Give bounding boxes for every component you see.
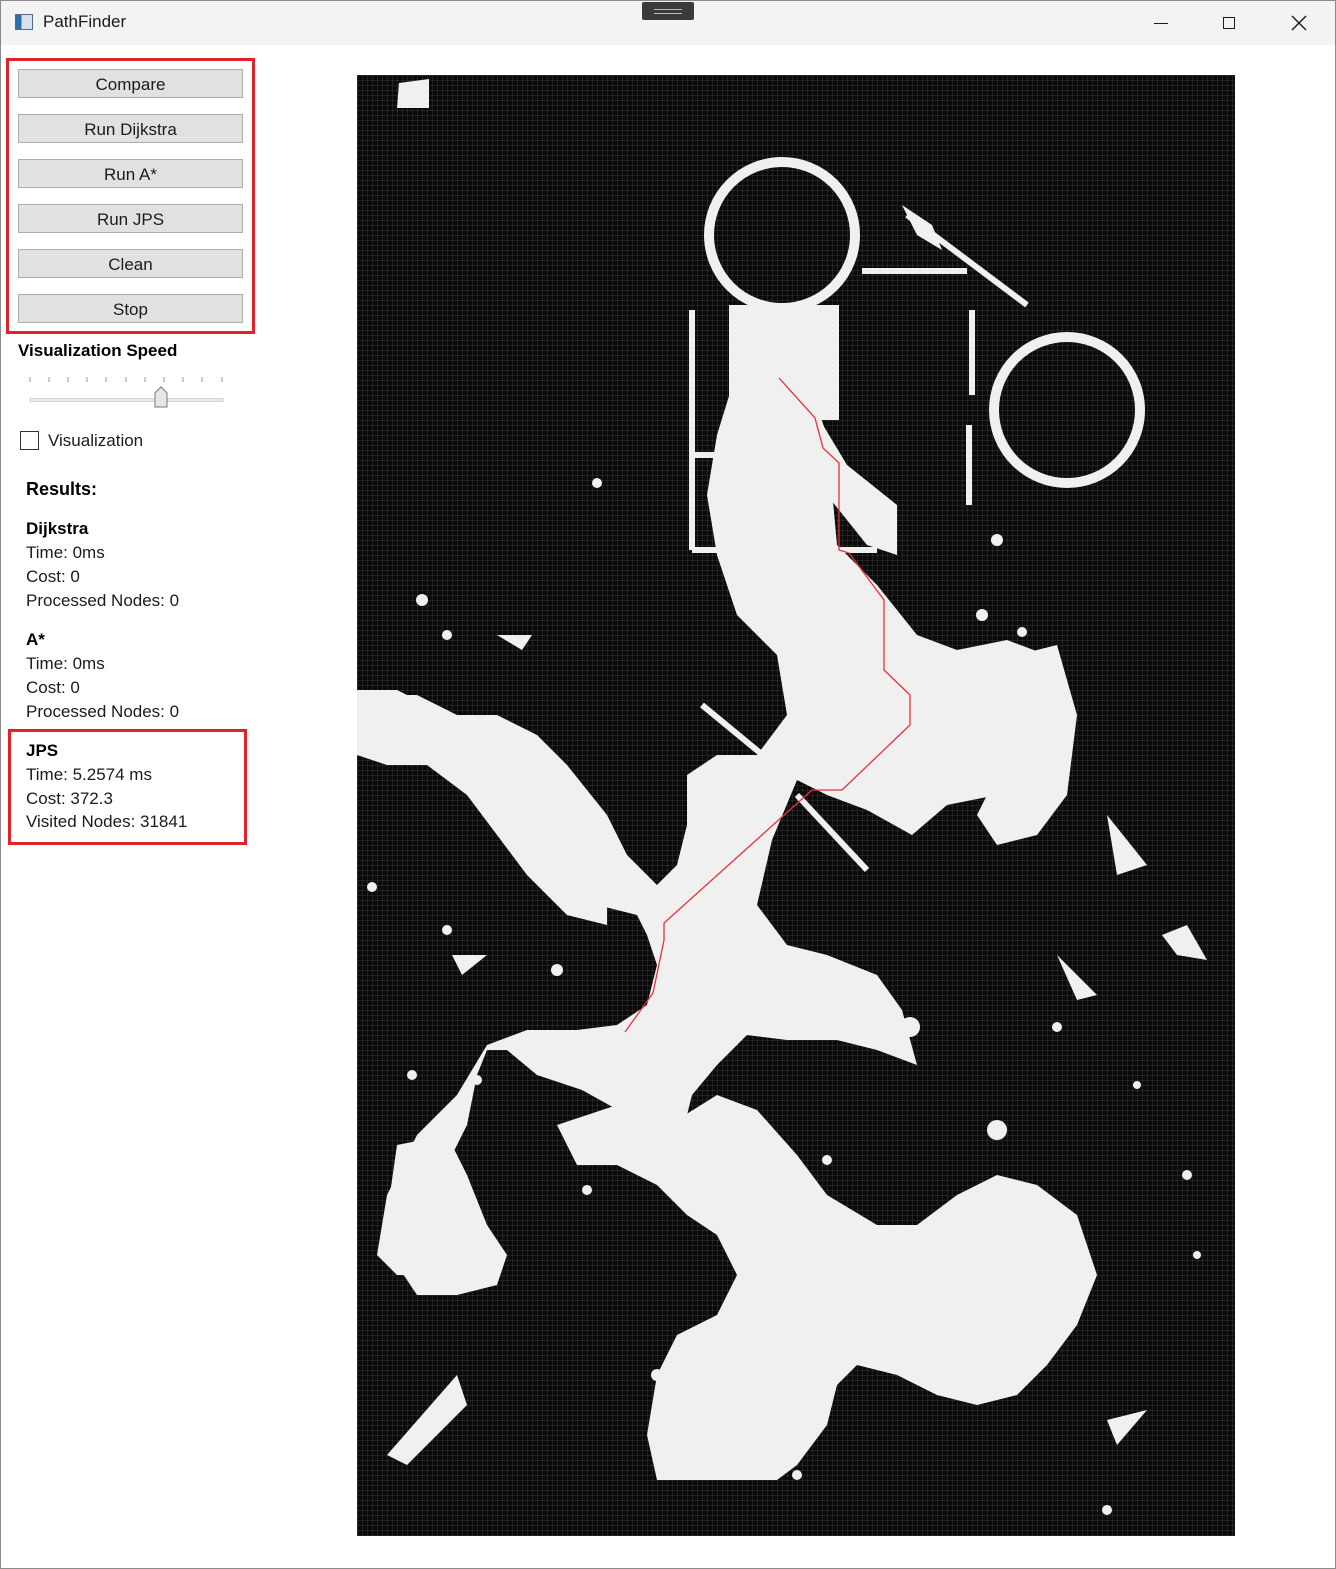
snap-handle-icon[interactable] (642, 2, 694, 20)
slider-ticks (29, 377, 223, 382)
visualization-speed-label: Visualization Speed (18, 341, 178, 360)
ring-obstacle-right (989, 332, 1145, 488)
app-window: PathFinder Compare Run Dijkstra Run A* R… (0, 0, 1336, 1569)
results-title: Results: (26, 479, 98, 499)
astar-time: Time: 0ms (26, 654, 105, 673)
close-icon (1291, 15, 1307, 31)
map-grid-canvas[interactable] (357, 75, 1235, 1536)
visualization-checkbox-label[interactable]: Visualization (48, 431, 143, 451)
clean-button[interactable]: Clean (18, 249, 243, 278)
visualization-checkbox[interactable] (20, 431, 39, 450)
astar-cost: Cost: 0 (26, 678, 80, 697)
window-title: PathFinder (43, 12, 127, 31)
compare-button[interactable]: Compare (18, 69, 243, 98)
ring-obstacle-top (704, 157, 860, 313)
map-drawing (357, 79, 1207, 1515)
minimize-button[interactable] (1127, 1, 1195, 45)
jps-visited-nodes: Visited Nodes: 31841 (26, 812, 188, 831)
dijkstra-cost: Cost: 0 (26, 567, 80, 586)
astar-result-title: A* (26, 630, 45, 649)
maximize-icon (1223, 17, 1235, 29)
dijkstra-time: Time: 0ms (26, 543, 105, 562)
stop-button[interactable]: Stop (18, 294, 243, 323)
run-astar-button[interactable]: Run A* (18, 159, 243, 188)
dijkstra-processed-nodes: Processed Nodes: 0 (26, 591, 180, 610)
app-icon (15, 14, 33, 30)
run-jps-button[interactable]: Run JPS (18, 204, 243, 233)
jps-time: Time: 5.2574 ms (26, 765, 152, 784)
maximize-button[interactable] (1195, 1, 1263, 45)
title-bar[interactable]: PathFinder (1, 1, 1335, 45)
slider-thumb[interactable] (154, 386, 168, 408)
slider-track[interactable] (29, 398, 224, 402)
close-button[interactable] (1265, 1, 1333, 45)
visualization-speed-slider[interactable] (29, 375, 224, 409)
dijkstra-result-title: Dijkstra (26, 519, 89, 538)
astar-processed-nodes: Processed Nodes: 0 (26, 702, 180, 721)
minimize-icon (1154, 22, 1168, 24)
jps-result-title: JPS (26, 741, 59, 760)
buttons-highlight-box (6, 58, 255, 334)
run-dijkstra-button[interactable]: Run Dijkstra (18, 114, 243, 143)
jps-cost: Cost: 372.3 (26, 789, 113, 808)
